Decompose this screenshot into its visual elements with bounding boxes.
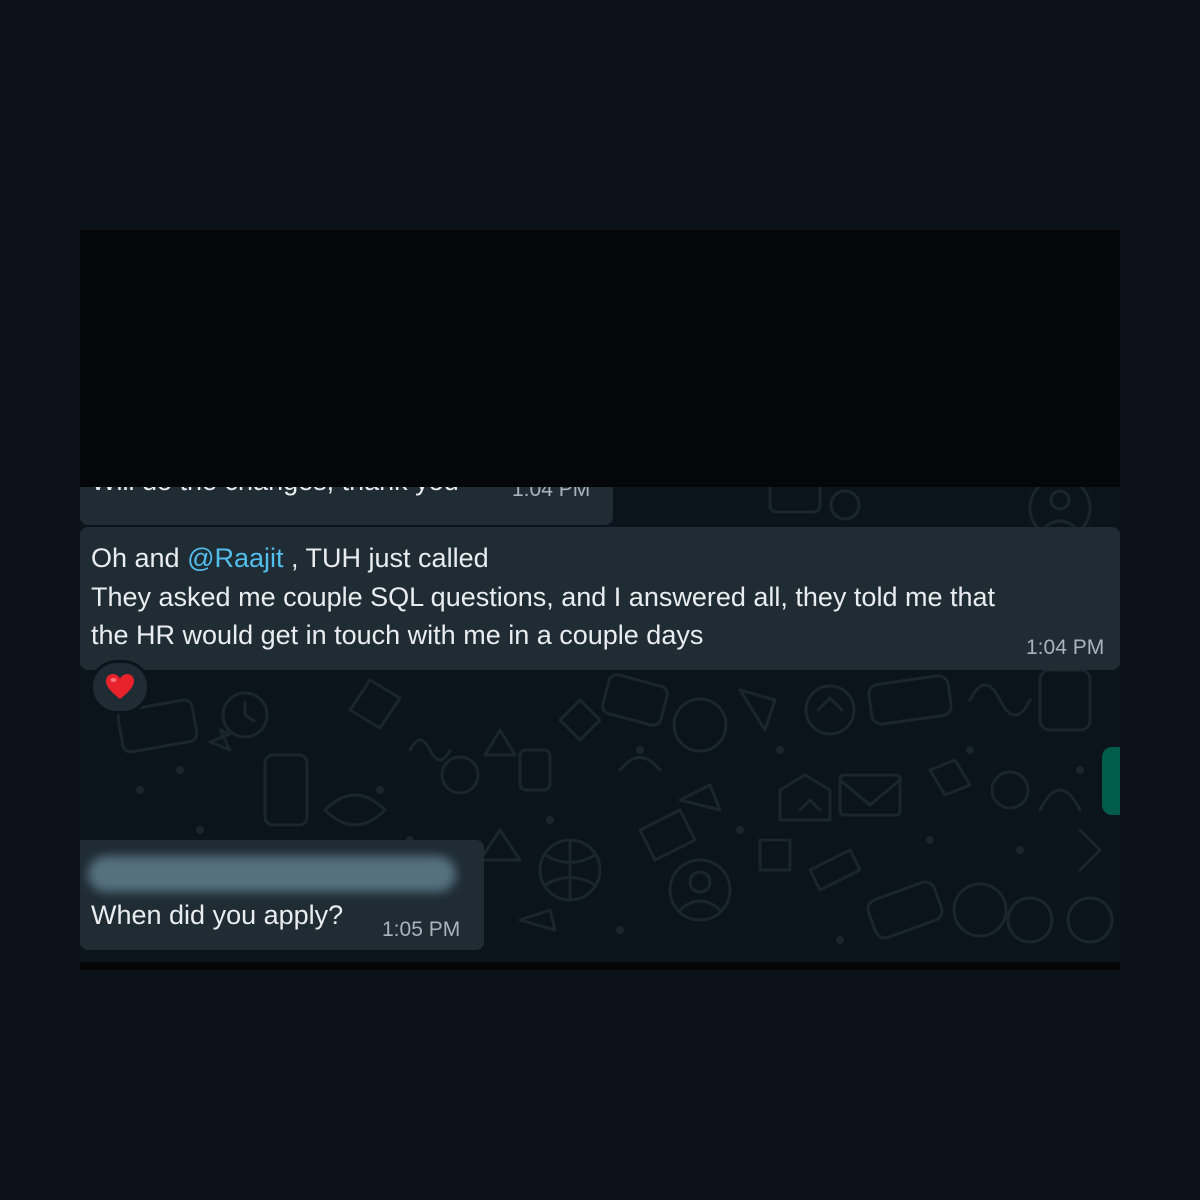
chat-screenshot: Will do the changes, thank you 1:04 PM O… [80,230,1120,970]
message-bubble-incoming[interactable]: When did you apply? 1:05 PM [80,840,484,950]
outgoing-bubble-edge [1102,747,1120,815]
message-body: Oh and @Raajit , TUH just called They as… [91,539,995,655]
message-text: When did you apply? [91,900,344,930]
sender-name-redacted [88,856,456,892]
mention-link[interactable]: @Raajit [187,543,283,573]
message-text-prefix: Oh and [91,543,188,573]
message-bubble-incoming[interactable]: Oh and @Raajit , TUH just called They as… [80,527,1120,670]
message-text: They asked me couple SQL questions, and … [91,581,996,651]
reaction-badge[interactable] [90,660,150,714]
bottom-edge [80,962,1120,970]
redaction-block [80,230,1120,487]
heart-emoji-icon [106,674,134,699]
message-timestamp: 1:04 PM [1026,636,1105,659]
message-text-suffix: , TUH just called [283,543,489,573]
message-timestamp: 1:05 PM [382,918,461,941]
